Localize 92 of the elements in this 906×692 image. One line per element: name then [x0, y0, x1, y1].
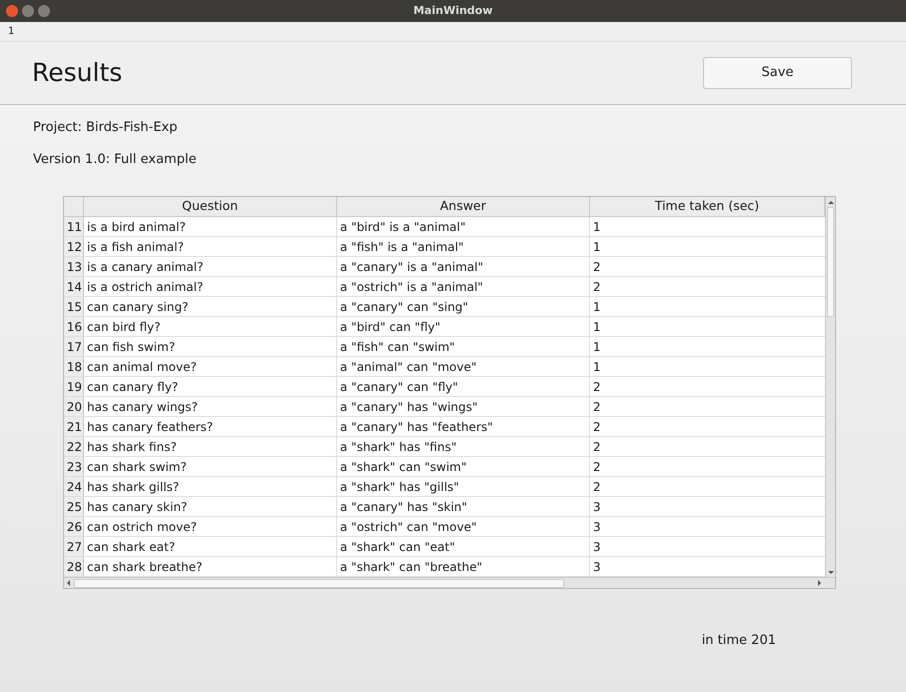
table-cell: a "shark" can "eat"	[337, 537, 590, 556]
version-label: Version 1.0: Full example	[33, 150, 198, 168]
table-cell: a "shark" has "gills"	[337, 477, 590, 496]
table-cell-text: 2	[592, 418, 602, 436]
arrow-up-icon[interactable]	[828, 200, 834, 204]
horizontal-scrollbar[interactable]	[64, 577, 835, 588]
page-title: Results	[32, 57, 122, 90]
table-cell: can shark breathe?	[84, 557, 337, 576]
table-cell: has canary wings?	[84, 397, 337, 416]
table-cell: a "canary" has "skin"	[337, 497, 590, 516]
arrow-left-icon[interactable]	[67, 580, 70, 586]
table-cell: a "canary" has "feathers"	[337, 417, 590, 436]
table-cell-text: 2	[592, 258, 602, 276]
table-cell: can canary sing?	[84, 297, 337, 316]
table-cell: a "canary" can "sing"	[337, 297, 590, 316]
table-cell: has shark gills?	[84, 477, 337, 496]
table-cell-text: 2	[592, 438, 602, 456]
table-cell: a "shark" has "fins"	[337, 437, 590, 456]
table-cell-text: 2	[592, 458, 602, 476]
table-cell: can fish swim?	[84, 337, 337, 356]
table-cell-text: 2	[592, 378, 602, 396]
row-number: 17	[64, 337, 84, 356]
table-cell: a "bird" is a "animal"	[337, 217, 590, 236]
time-label: in time 201	[702, 632, 776, 650]
table-cell: a "fish" is a "animal"	[337, 237, 590, 256]
table-cell-text: 2	[592, 478, 602, 496]
window-title: MainWindow	[413, 2, 493, 19]
table-cell: a "ostrich" can "move"	[337, 517, 590, 536]
maximize-icon[interactable]	[38, 5, 50, 17]
row-number: 20	[64, 397, 84, 416]
row-number: 21	[64, 417, 84, 436]
table-cell: has canary skin?	[84, 497, 337, 516]
table-cell-text: 1	[592, 218, 602, 236]
table-cell: can ostrich move?	[84, 517, 337, 536]
row-number: 16	[64, 317, 84, 336]
row-number: 13	[64, 257, 84, 276]
row-number: 27	[64, 537, 84, 556]
table-cell-text: 2	[592, 398, 602, 416]
table-cell: a "shark" can "breathe"	[337, 557, 590, 576]
table-cell: is a canary animal?	[84, 257, 337, 276]
table-cell-text: 3	[592, 558, 602, 576]
table-cell: a "ostrich" is a "animal"	[337, 277, 590, 296]
table-cell: can bird fly?	[84, 317, 337, 336]
table-cell-text: 1	[592, 318, 602, 336]
table-cell: has shark fins?	[84, 437, 337, 456]
table-cell: a "canary" has "wings"	[337, 397, 590, 416]
table-cell-text: 1	[592, 238, 602, 256]
row-number: 23	[64, 457, 84, 476]
column-header[interactable]: Answer	[337, 197, 590, 216]
table-cell: a "animal" can "move"	[337, 357, 590, 376]
row-number: 11	[64, 217, 84, 236]
row-number: 14	[64, 277, 84, 296]
table-cell: can shark swim?	[84, 457, 337, 476]
vertical-scrollbar[interactable]	[825, 197, 835, 577]
close-icon[interactable]	[6, 5, 18, 17]
table-cell-text: 1	[592, 338, 602, 356]
table-cell: a "bird" can "fly"	[337, 317, 590, 336]
row-number: 26	[64, 517, 84, 536]
table-cell: can animal move?	[84, 357, 337, 376]
table-cell-text: 1	[592, 298, 602, 316]
scrollbar-thumb[interactable]	[74, 578, 564, 588]
table-cell: is a bird animal?	[84, 217, 337, 236]
minimize-icon[interactable]	[22, 5, 34, 17]
row-number: 24	[64, 477, 84, 496]
column-header[interactable]: Question	[84, 197, 337, 216]
table-cell: is a ostrich animal?	[84, 277, 337, 296]
save-button[interactable]: Save	[703, 57, 852, 89]
table-cell: a "fish" can "swim"	[337, 337, 590, 356]
table-cell-text: 3	[592, 538, 602, 556]
row-number: 12	[64, 237, 84, 256]
table-cell: a "canary" can "fly"	[337, 377, 590, 396]
table-cell-text: 2	[592, 278, 602, 296]
row-number: 19	[64, 377, 84, 396]
table-cell: is a fish animal?	[84, 237, 337, 256]
arrow-down-icon[interactable]	[828, 570, 834, 574]
row-number: 25	[64, 497, 84, 516]
row-number: 15	[64, 297, 84, 316]
menu-item[interactable]: 1	[8, 24, 14, 39]
scrollbar-thumb[interactable]	[827, 207, 834, 317]
row-number: 18	[64, 357, 84, 376]
table-cell: can canary fly?	[84, 377, 337, 396]
row-number: 22	[64, 437, 84, 456]
table-cell: a "shark" can "swim"	[337, 457, 590, 476]
table-cell: has canary feathers?	[84, 417, 337, 436]
project-label: Project: Birds-Fish-Exp	[33, 119, 178, 137]
row-number: 28	[64, 557, 84, 576]
table-cell: can shark eat?	[84, 537, 337, 556]
table-cell-text: 1	[592, 358, 602, 376]
table-cell: a "canary" is a "animal"	[337, 257, 590, 276]
arrow-right-icon[interactable]	[818, 580, 821, 586]
table-cell-text: 3	[592, 518, 602, 536]
table-cell-text: 3	[592, 498, 602, 516]
